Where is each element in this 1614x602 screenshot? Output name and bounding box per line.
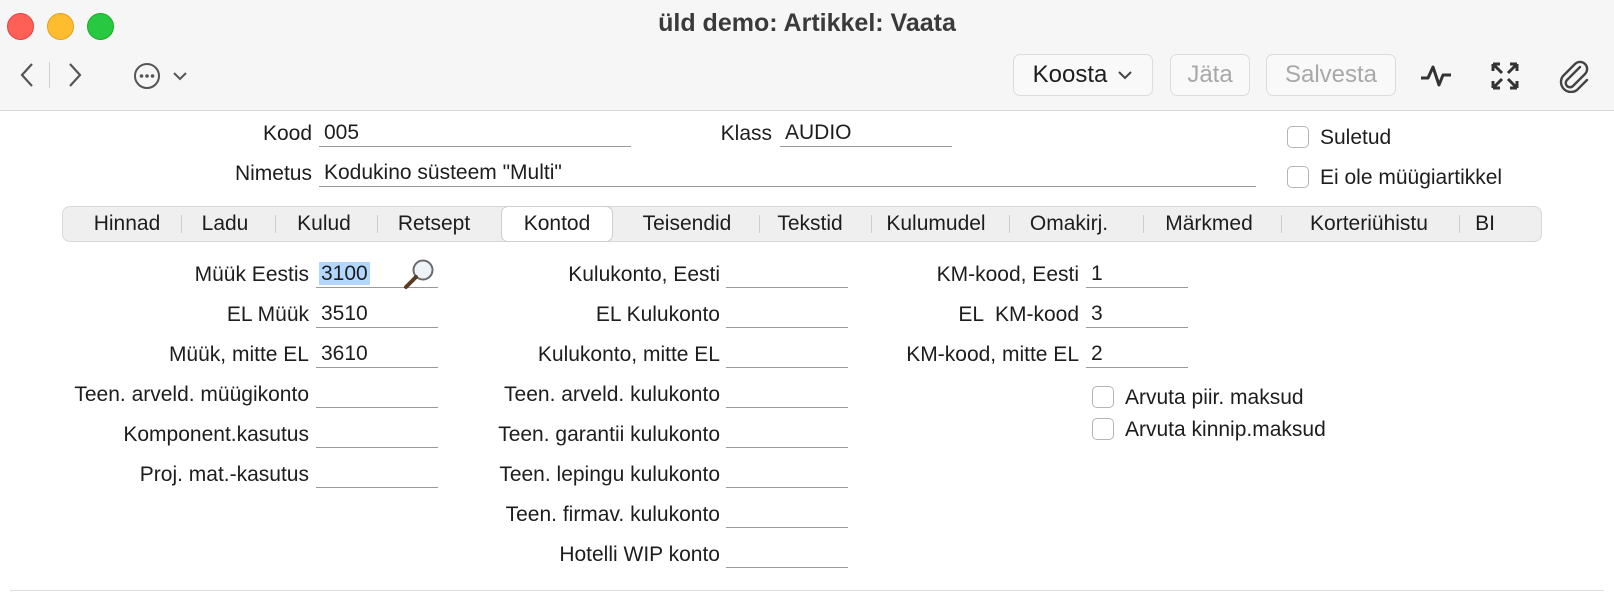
salvesta-label: Salvesta [1284, 61, 1378, 88]
tab-separator [759, 215, 760, 233]
komponent-kasutus-field[interactable] [316, 420, 438, 448]
nimetus-field[interactable]: Kodukino süsteem "Multi" [319, 159, 1256, 187]
koosta-label: Koosta [1032, 61, 1108, 88]
arvuta-kinnip-maksud-label: Arvuta kinnip.maksud [1125, 418, 1326, 441]
tab-korteriuhistu[interactable]: Korteriühistu [1283, 207, 1455, 241]
km-kood-eesti-label: KM-kood, Eesti [936, 263, 1079, 286]
back-button[interactable] [12, 58, 42, 92]
tab-separator [1009, 215, 1010, 233]
komponent-kasutus-label: Komponent.kasutus [123, 423, 309, 446]
fullscreen-button[interactable] [1487, 58, 1523, 94]
ei-ole-muugiartikkel-checkbox[interactable] [1287, 166, 1309, 188]
window-title: üld demo: Artikkel: Vaata [658, 9, 956, 37]
teen-arveld-kulukonto-field[interactable] [726, 380, 848, 408]
kulukonto-mitte-el-field[interactable] [726, 340, 848, 368]
klass-label: Klass [720, 122, 772, 145]
activity-icon [1421, 65, 1451, 87]
el-muuk-label: EL Müük [226, 303, 309, 326]
chevron-left-icon [20, 63, 33, 87]
teen-lepingu-kulukonto-label: Teen. lepingu kulukonto [499, 463, 720, 486]
teen-firmav-kulukonto-label: Teen. firmav. kulukonto [505, 503, 720, 526]
suletud-label: Suletud [1320, 126, 1392, 149]
hotelli-wip-konto-field[interactable] [726, 540, 848, 568]
tab-teisendid[interactable]: Teisendid [623, 207, 751, 241]
tab-bi[interactable]: BI [1461, 207, 1509, 241]
tab-separator [871, 215, 872, 233]
activity-button[interactable] [1418, 58, 1454, 94]
km-kood-mitte-el-label: KM-kood, mitte EL [906, 343, 1079, 366]
teen-arveld-muugikonto-label: Teen. arveld. müügikonto [74, 383, 309, 406]
kulukonto-eesti-label: Kulukonto, Eesti [568, 263, 720, 286]
el-km-kood-label: EL KM-kood [958, 303, 1079, 326]
tab-tekstid[interactable]: Tekstid [761, 207, 859, 241]
magnifier-icon[interactable] [402, 256, 438, 292]
muuk-eestis-value: 3100 [319, 262, 370, 285]
muuk-eestis-label: Müük Eestis [194, 263, 309, 286]
teen-arveld-kulukonto-label: Teen. arveld. kulukonto [504, 383, 720, 406]
el-kulukonto-field[interactable] [726, 300, 848, 328]
more-actions-menu[interactable] [132, 60, 194, 92]
klass-field[interactable]: AUDIO [780, 119, 952, 147]
chevron-down-icon [1118, 71, 1133, 80]
teen-firmav-kulukonto-field[interactable] [726, 500, 848, 528]
tab-separator [1459, 215, 1460, 233]
expand-arrows-icon [1491, 62, 1519, 90]
window-titlebar: üld demo: Artikkel: Vaata Koosta Jäta Sa… [0, 0, 1614, 111]
suletud-checkbox[interactable] [1287, 126, 1309, 148]
kood-label: Kood [262, 122, 312, 145]
tab-separator [1143, 215, 1144, 233]
nav-divider [49, 62, 50, 88]
el-km-kood-field[interactable]: 3 [1086, 300, 1188, 328]
chevron-right-icon [69, 63, 82, 87]
forward-button[interactable] [60, 58, 90, 92]
kulukonto-mitte-el-label: Kulukonto, mitte EL [537, 343, 720, 366]
tab-bar: Hinnad Ladu Kulud Retsept Kontod Teisend… [62, 206, 1542, 242]
arvuta-piir-maksud-label: Arvuta piir. maksud [1125, 386, 1304, 409]
teen-arveld-muugikonto-field[interactable] [316, 380, 438, 408]
tab-retsept[interactable]: Retsept [379, 207, 489, 241]
bottom-divider [10, 590, 1604, 591]
proj-mat-kasutus-field[interactable] [316, 460, 438, 488]
kood-field[interactable]: 005 [319, 119, 631, 147]
teen-garantii-kulukonto-field[interactable] [726, 420, 848, 448]
tab-kulumudel[interactable]: Kulumudel [873, 207, 999, 241]
ei-ole-muugiartikkel-label: Ei ole müügiartikkel [1320, 166, 1503, 189]
tab-separator [377, 215, 378, 233]
tab-omakirj[interactable]: Omakirj. [1013, 207, 1125, 241]
kulukonto-eesti-field[interactable] [726, 260, 848, 288]
attachment-button[interactable] [1556, 58, 1592, 94]
arvuta-kinnip-maksud-checkbox[interactable] [1092, 418, 1114, 440]
hotelli-wip-konto-label: Hotelli WIP konto [559, 543, 720, 566]
teen-garantii-kulukonto-label: Teen. garantii kulukonto [498, 423, 720, 446]
el-kulukonto-label: EL Kulukonto [595, 303, 720, 326]
nimetus-label: Nimetus [234, 162, 312, 185]
ellipsis-circle-icon [134, 63, 160, 89]
salvesta-button[interactable]: Salvesta [1266, 54, 1396, 96]
jata-label: Jäta [1187, 61, 1233, 88]
el-muuk-field[interactable]: 3510 [316, 300, 438, 328]
tab-separator [275, 215, 276, 233]
chevron-down-icon [173, 72, 187, 81]
tab-separator [1281, 215, 1282, 233]
tab-separator [181, 215, 182, 233]
muuk-mitte-el-label: Müük, mitte EL [168, 343, 309, 366]
km-kood-eesti-field[interactable]: 1 [1086, 260, 1188, 288]
proj-mat-kasutus-label: Proj. mat.-kasutus [139, 463, 309, 486]
tab-kontod[interactable]: Kontod [501, 206, 613, 242]
tab-hinnad[interactable]: Hinnad [75, 207, 179, 241]
koosta-button[interactable]: Koosta [1013, 54, 1153, 96]
tab-kulud[interactable]: Kulud [277, 207, 371, 241]
arvuta-piir-maksud-checkbox[interactable] [1092, 386, 1114, 408]
jata-button[interactable]: Jäta [1170, 54, 1250, 96]
tab-ladu[interactable]: Ladu [185, 207, 265, 241]
muuk-mitte-el-field[interactable]: 3610 [316, 340, 438, 368]
tab-markmed[interactable]: Märkmed [1145, 207, 1273, 241]
km-kood-mitte-el-field[interactable]: 2 [1086, 340, 1188, 368]
teen-lepingu-kulukonto-field[interactable] [726, 460, 848, 488]
paperclip-icon [1559, 60, 1589, 93]
